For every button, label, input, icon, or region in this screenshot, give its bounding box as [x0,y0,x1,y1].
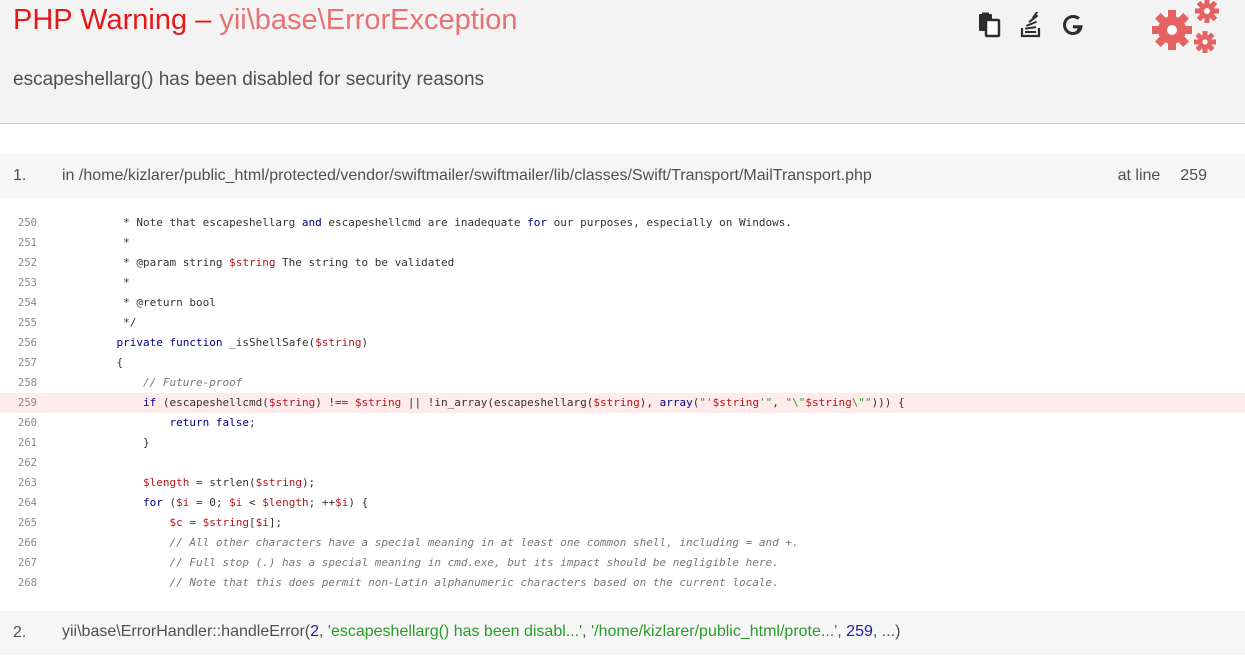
code-text: return false; [169,416,256,429]
code-text: // Note that this does permit non-Latin … [90,576,779,589]
error-header: PHP Warning – yii\base\ErrorException es… [0,0,1245,124]
at-line-label: at line [1117,167,1161,184]
line-number: 268 [18,577,37,589]
code-line: 254 * @return bool [0,293,1245,313]
line-number: 259 [18,397,37,409]
code-text: * [90,276,130,289]
code-line: 261 } [0,433,1245,453]
line-number: 258 [18,377,37,389]
call-stack-item[interactable]: 1. in /home/kizlarer/public_html/protect… [0,154,1245,198]
code-text: { [90,356,124,369]
page-title: PHP Warning – yii\base\ErrorException [13,4,518,37]
line-number: 255 [18,317,37,329]
code-text: private function _isShellSafe($string) [116,336,369,349]
line-number: 265 [18,517,37,529]
arg-value: 259 [846,623,873,640]
line-number: 266 [18,537,37,549]
code-text: * Note that escapeshellarg and escapeshe… [90,216,793,229]
code-line: 266 // All other characters have a speci… [0,533,1245,553]
code-text: // All other characters have a special m… [90,536,799,549]
line-number: 263 [18,477,37,489]
toolbar [976,12,1086,38]
code-line: 260 return false; [0,413,1245,433]
code-text: $length = strlen($string); [142,476,316,489]
code-line: 255 */ [0,313,1245,333]
line-number: 260 [18,417,37,429]
exception-class: yii\base\ErrorException [219,4,518,36]
copy-icon[interactable] [976,12,1002,38]
call-function: yii\base\ErrorHandler::handleError(2, 'e… [62,623,901,640]
code-line: 267 // Full stop (.) has a special meani… [0,553,1245,573]
code-text: } [90,436,150,449]
code-line: 258 // Future-proof [0,373,1245,393]
code-text: */ [90,316,137,329]
code-line: 256 private function _isShellSafe($strin… [0,333,1245,353]
code-line: 253 * [0,273,1245,293]
line-number: 252 [18,257,37,269]
code-line: 263 $length = strlen($string); [0,473,1245,493]
line-number: 254 [18,297,37,309]
code-text: * [90,236,130,249]
google-icon[interactable] [1060,12,1086,38]
stackoverflow-icon[interactable] [1018,12,1044,38]
line-number: 267 [18,557,37,569]
call-stack-item[interactable]: 2. yii\base\ErrorHandler::handleError(2,… [0,611,1245,655]
line-number: 259 [1180,167,1207,184]
arg-rest: ...) [881,623,901,640]
code-text: // Full stop (.) has a special meaning i… [90,556,779,569]
arg-value: '/home/kizlarer/public_html/prote...' [591,623,838,640]
call-line-info: at line 259 [1118,167,1207,185]
line-number: 253 [18,277,37,289]
line-number: 251 [18,237,37,249]
gears-icon [1148,0,1224,56]
line-number: 261 [18,437,37,449]
call-file-path: in /home/kizlarer/public_html/protected/… [62,167,872,184]
error-type: PHP Warning [13,4,188,36]
code-text: // Future-proof [90,376,243,389]
arg-value: 2 [310,623,320,640]
code-line: 257 { [0,353,1245,373]
code-line: 251 * [0,233,1245,253]
line-number: 262 [18,457,37,469]
call-number: 1. [13,167,27,184]
code-line: 252 * @param string $string The string t… [0,253,1245,273]
code-line: 265 $c = $string[$i]; [0,513,1245,533]
code-line: 264 for ($i = 0; $i < $length; ++$i) { [0,493,1245,513]
line-number: 256 [18,337,37,349]
code-line-highlighted: 259 if (escapeshellcmd($string) !== $str… [0,393,1245,413]
code-text: * @return bool [90,296,216,309]
line-number: 264 [18,497,37,509]
title-separator: – [195,4,212,36]
code-text: for ($i = 0; $i < $length; ++$i) { [142,496,369,509]
code-line: 250 * Note that escapeshellarg and escap… [0,213,1245,233]
line-number: 250 [18,217,37,229]
code-line: 268 // Note that this does permit non-La… [0,573,1245,593]
code-line: 262 [0,453,1245,473]
code-text: $c = $string[$i]; [169,516,283,529]
code-text: * @param string $string The string to be… [90,256,455,269]
call-number: 2. [13,624,27,641]
line-number: 257 [18,357,37,369]
code-text: if (escapeshellcmd($string) !== $string … [142,396,905,409]
code-snippet: 250 * Note that escapeshellarg and escap… [0,213,1245,593]
function-name: yii\base\ErrorHandler::handleError( [62,623,311,640]
arg-value: 'escapeshellarg() has been disabl...' [327,623,583,640]
error-message: escapeshellarg() has been disabled for s… [13,69,485,90]
